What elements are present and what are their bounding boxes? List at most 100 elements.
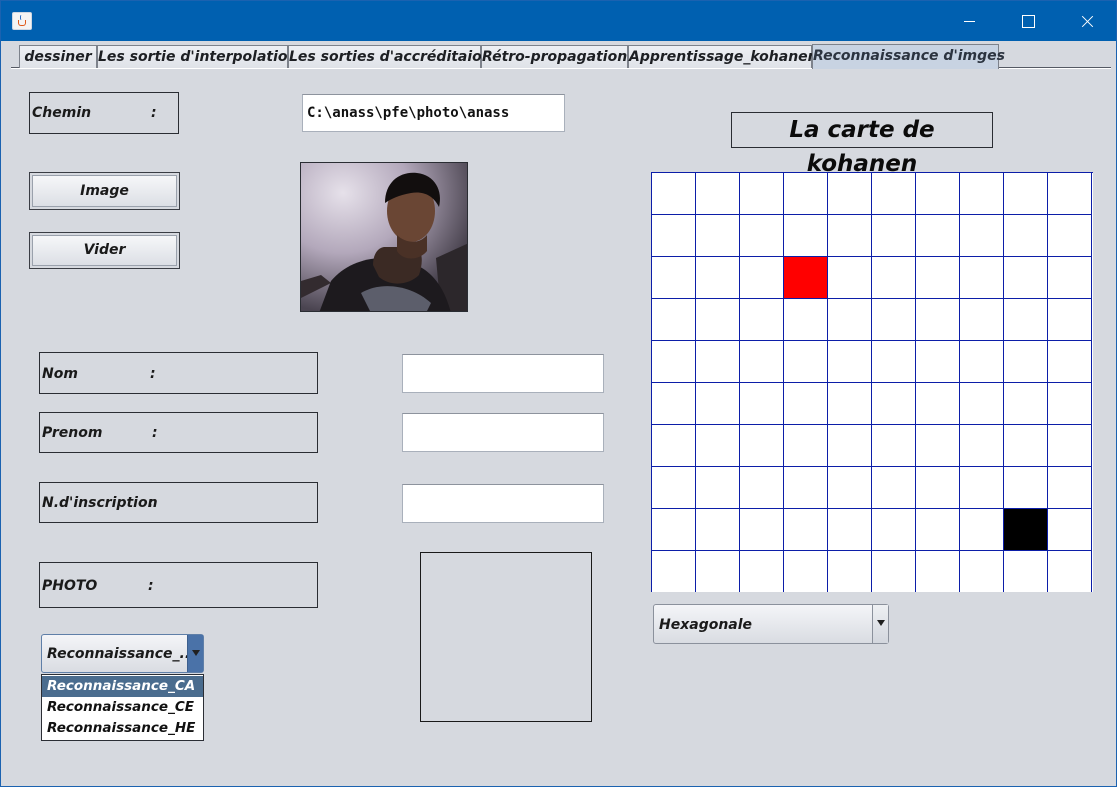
chemin-label: Chemin: [32, 105, 92, 121]
map-cell: [652, 299, 696, 341]
map-cell: [1004, 299, 1048, 341]
dropdown-option-he[interactable]: Reconnaissance_HE: [42, 718, 203, 739]
chevron-down-icon[interactable]: [187, 635, 203, 672]
map-cell: [652, 467, 696, 509]
map-cell: [740, 551, 784, 592]
inscription-field[interactable]: [402, 484, 604, 523]
map-cell: [1048, 257, 1092, 299]
map-cell: [872, 215, 916, 257]
map-cell: [784, 341, 828, 383]
chemin-field[interactable]: [302, 94, 565, 132]
tab-sorties-accreditation[interactable]: Les sorties d'accréditaion: [288, 45, 492, 68]
map-cell: [828, 509, 872, 551]
tab-apprentissage-kohanen[interactable]: Apprentissage_kohanen: [628, 45, 818, 68]
recognition-mode-combo[interactable]: Reconnaissance_...: [41, 634, 204, 673]
map-cell: [696, 467, 740, 509]
nom-field[interactable]: [402, 354, 604, 393]
vider-button[interactable]: Vider: [29, 232, 180, 269]
map-cell: [1048, 383, 1092, 425]
map-cell: [1048, 467, 1092, 509]
recognized-photo-frame: [420, 552, 592, 722]
map-cell: [784, 215, 828, 257]
map-cell: [740, 215, 784, 257]
map-cell: [696, 551, 740, 592]
map-cell: [916, 509, 960, 551]
minimize-button[interactable]: [946, 1, 992, 41]
dropdown-option-ce[interactable]: Reconnaissance_CE: [42, 697, 203, 718]
prenom-label: Prenom: [42, 425, 103, 441]
map-cell: [1004, 257, 1048, 299]
tab-sortie-interpolation[interactable]: Les sortie d'interpolation: [97, 45, 297, 68]
map-cell: [872, 551, 916, 592]
tab-dessiner[interactable]: dessiner: [19, 45, 97, 68]
map-cell: [960, 509, 1004, 551]
map-cell: [696, 299, 740, 341]
map-cell: [828, 551, 872, 592]
nom-label-box: Nom :: [39, 352, 318, 394]
map-cell: [696, 257, 740, 299]
map-cell: [872, 509, 916, 551]
map-cell: [1004, 173, 1048, 215]
map-cell: [784, 467, 828, 509]
map-cell: [1048, 299, 1092, 341]
map-cell: [828, 341, 872, 383]
map-cell: [960, 467, 1004, 509]
map-cell: [828, 215, 872, 257]
map-cell: [652, 173, 696, 215]
map-cell: [652, 257, 696, 299]
map-cell: [1004, 509, 1048, 551]
topology-combo[interactable]: Hexagonale: [653, 604, 889, 644]
map-cell: [784, 509, 828, 551]
map-cell: [828, 173, 872, 215]
map-cell: [1004, 467, 1048, 509]
person-photo: [300, 162, 468, 312]
map-cell: [960, 257, 1004, 299]
chemin-colon: :: [151, 105, 157, 121]
map-cell: [740, 383, 784, 425]
inscription-colon: :: [148, 495, 154, 511]
map-cell: [740, 341, 784, 383]
photo-colon: :: [148, 578, 154, 594]
map-cell: [740, 509, 784, 551]
recognition-mode-selected: Reconnaissance_...: [47, 646, 196, 662]
prenom-colon: :: [152, 425, 158, 441]
map-cell: [740, 257, 784, 299]
title-bar[interactable]: [1, 1, 1116, 41]
tab-reconnaissance-images[interactable]: Reconnaissance d'imges: [812, 44, 1005, 69]
map-cell: [740, 173, 784, 215]
map-cell: [784, 425, 828, 467]
map-cell: [1004, 383, 1048, 425]
map-cell: [784, 173, 828, 215]
portrait-image: [301, 163, 467, 311]
recognition-mode-dropdown: Reconnaissance_CA Reconnaissance_CE Reco…: [41, 674, 204, 741]
chemin-label-box: Chemin :: [29, 92, 179, 134]
close-button[interactable]: [1063, 1, 1109, 41]
map-cell: [1004, 425, 1048, 467]
prenom-field[interactable]: [402, 413, 604, 452]
map-cell: [652, 509, 696, 551]
map-cell: [1048, 551, 1092, 592]
vider-button-label: Vider: [32, 235, 177, 266]
topology-selected: Hexagonale: [659, 617, 753, 633]
map-title: La carte de kohanen: [731, 112, 993, 177]
map-cell: [1048, 341, 1092, 383]
nom-label: Nom: [42, 366, 78, 382]
tab-retro-propagation[interactable]: Rétro-propagation: [481, 45, 628, 68]
image-button[interactable]: Image: [29, 172, 180, 210]
inscription-label-box: N.d'inscription :: [39, 482, 318, 523]
dropdown-option-ca[interactable]: Reconnaissance_CA: [42, 676, 203, 697]
map-cell: [1048, 509, 1092, 551]
map-cell: [740, 425, 784, 467]
map-cell: [1048, 425, 1092, 467]
map-cell: [652, 215, 696, 257]
map-cell: [1048, 173, 1092, 215]
inscription-label: N.d'inscription: [42, 495, 158, 511]
maximize-button[interactable]: [1004, 1, 1050, 41]
map-cell: [652, 341, 696, 383]
chevron-down-icon[interactable]: [872, 605, 888, 643]
map-cell: [652, 551, 696, 592]
photo-label-box: PHOTO :: [39, 562, 318, 608]
map-cell: [916, 257, 960, 299]
java-app-icon: [12, 12, 32, 30]
photo-label: PHOTO: [42, 578, 98, 594]
